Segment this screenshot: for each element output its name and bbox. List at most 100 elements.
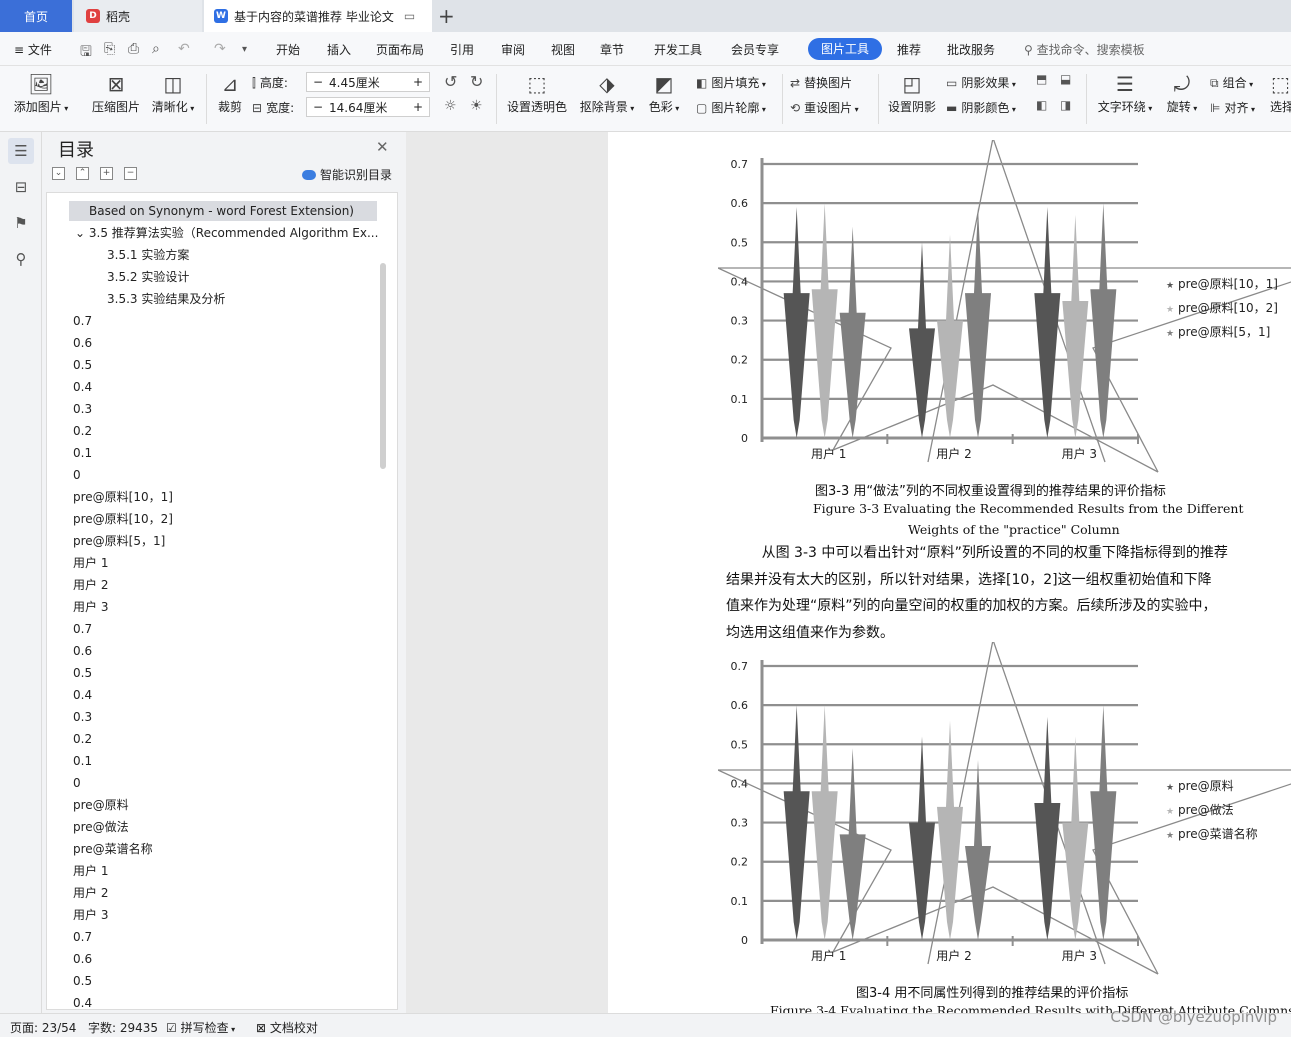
menu-references[interactable]: 引用: [450, 41, 474, 58]
menu-review[interactable]: 审阅: [501, 41, 525, 58]
group-button[interactable]: ⧉ 组合 ▾: [1210, 74, 1253, 91]
toc-item[interactable]: 用户 1: [47, 553, 387, 573]
toc-item[interactable]: 0: [47, 773, 387, 793]
word-count[interactable]: 字数: 29435: [88, 1019, 158, 1036]
collapse-all-icon[interactable]: ⌄: [52, 167, 65, 180]
menu-developer[interactable]: 开发工具: [654, 41, 702, 58]
proofread-button[interactable]: ⊠ 文档校对: [256, 1019, 318, 1036]
image-outline-button[interactable]: ▢ 图片轮廓 ▾: [696, 99, 766, 116]
toc-item[interactable]: pre@做法: [47, 817, 387, 837]
toc-item[interactable]: 用户 2: [47, 883, 387, 903]
tab-window-icon[interactable]: ▭: [404, 9, 415, 23]
toc-item[interactable]: 0.2: [47, 421, 387, 441]
height-decrease-icon[interactable]: −: [307, 75, 329, 89]
file-menu[interactable]: ≡ 文件: [14, 41, 52, 58]
print-preview-icon[interactable]: ⌕: [152, 41, 160, 57]
remove-heading-icon[interactable]: −: [124, 167, 137, 180]
reset-image-button[interactable]: ⟲ 重设图片 ▾: [790, 99, 859, 116]
toc-item[interactable]: 3.5.3 实验结果及分析: [47, 289, 387, 309]
replace-image-button[interactable]: ⇄ 替换图片: [790, 74, 852, 91]
tab-document[interactable]: W 基于内容的菜谱推荐 毕业论文 ▭: [204, 0, 432, 32]
set-shadow-button[interactable]: ◰ 设置阴影: [888, 70, 936, 115]
toc-item[interactable]: 0.4: [47, 685, 387, 705]
toc-item[interactable]: 0.7: [47, 619, 387, 639]
image-fill-button[interactable]: ◧ 图片填充 ▾: [696, 74, 766, 91]
toc-item[interactable]: 0: [47, 465, 387, 485]
height-value[interactable]: 4.45厘米: [329, 74, 407, 91]
search-icon[interactable]: ⚲: [8, 246, 34, 272]
page-indicator[interactable]: 页面: 23/54: [10, 1019, 76, 1036]
rotate-button[interactable]: ⤾ 旋转 ▾: [1164, 70, 1200, 115]
toc-item[interactable]: 0.7: [47, 311, 387, 331]
menu-chapter[interactable]: 章节: [600, 41, 624, 58]
toc-item[interactable]: pre@原料[10，2]: [47, 509, 387, 529]
toc-item[interactable]: 0.1: [47, 751, 387, 771]
toc-scrollbar[interactable]: [380, 263, 386, 469]
height-input[interactable]: − 4.45厘米 +: [306, 72, 430, 92]
tab-home[interactable]: 首页: [0, 0, 72, 32]
close-icon[interactable]: ✕: [376, 138, 389, 156]
width-value[interactable]: 14.64厘米: [329, 99, 407, 116]
toc-item[interactable]: pre@原料: [47, 795, 387, 815]
figure-3-3-chart[interactable]: 0.7 0.6 0.5 0.4 0.3 0.2 0.1 0 用户 1 用户 2 用户 3 ★ pre@原…: [718, 140, 1291, 480]
shadow-up-icon[interactable]: ⬒: [1036, 72, 1047, 86]
toc-item[interactable]: 0.3: [47, 399, 387, 419]
width-decrease-icon[interactable]: −: [307, 100, 329, 114]
new-tab-button[interactable]: +: [438, 4, 455, 28]
toc-item[interactable]: 0.6: [47, 949, 387, 969]
chevron-down-icon[interactable]: ⌄: [75, 226, 89, 240]
compress-image-button[interactable]: ⊠ 压缩图片: [92, 70, 140, 115]
menu-start[interactable]: 开始: [276, 41, 300, 58]
smart-toc-button[interactable]: 智能识别目录: [302, 166, 392, 183]
shadow-down-icon[interactable]: ⬓: [1060, 72, 1071, 86]
width-input[interactable]: − 14.64厘米 +: [306, 97, 430, 117]
export-pdf-icon[interactable]: ⎘: [104, 41, 115, 57]
toc-item[interactable]: 用户 3: [47, 597, 387, 617]
rotate-right-icon[interactable]: ↻: [470, 72, 483, 91]
customize-dropdown-icon[interactable]: ▾: [242, 44, 247, 55]
menu-view[interactable]: 视图: [551, 41, 575, 58]
select-button[interactable]: ⬚ 选择: [1270, 70, 1291, 115]
toc-panel-icon[interactable]: ☰: [8, 138, 34, 164]
menu-page-layout[interactable]: 页面布局: [376, 41, 424, 58]
text-wrap-button[interactable]: ☰ 文字环绕 ▾: [1096, 70, 1154, 115]
toc-item[interactable]: 0.3: [47, 707, 387, 727]
toc-item[interactable]: 用户 2: [47, 575, 387, 595]
figure-3-4-chart[interactable]: 0.7 0.6 0.5 0.4 0.3 0.2 0.1 0 用户 1 用户 2 用户 3 ★ pre@原…: [718, 642, 1291, 982]
align-button[interactable]: ⊫ 对齐 ▾: [1210, 99, 1255, 116]
toc-item[interactable]: 0.5: [47, 971, 387, 991]
crop-button[interactable]: ⊿ 裁剪: [216, 70, 244, 115]
brightness-icon[interactable]: ☼: [444, 98, 457, 114]
toc-item[interactable]: pre@菜谱名称: [47, 839, 387, 859]
rotate-left-icon[interactable]: ↺: [444, 72, 457, 91]
toc-item[interactable]: 0.1: [47, 443, 387, 463]
toc-item[interactable]: 用户 1: [47, 861, 387, 881]
toc-item[interactable]: 3.5.2 实验设计: [47, 267, 387, 287]
toc-item[interactable]: ⌄ 3.5 推荐算法实验（Recommended Algorithm Ex...: [47, 223, 387, 243]
toc-item[interactable]: 0.5: [47, 663, 387, 683]
menu-recommend[interactable]: 推荐: [897, 41, 921, 58]
color-button[interactable]: ◩ 色彩 ▾: [646, 70, 682, 115]
print-icon[interactable]: ⎙: [128, 41, 139, 57]
sharpen-button[interactable]: ◫ 清晰化 ▾: [151, 70, 195, 115]
command-search[interactable]: ⚲ 查找命令、搜索模板: [1024, 41, 1145, 58]
shadow-color-button[interactable]: ▬ 阴影颜色 ▾: [946, 99, 1016, 116]
toc-item[interactable]: 0.2: [47, 729, 387, 749]
toc-item[interactable]: 0.4: [47, 377, 387, 397]
save-icon[interactable]: 🖫: [80, 41, 92, 65]
toc-item[interactable]: 0.6: [47, 641, 387, 661]
width-increase-icon[interactable]: +: [407, 100, 429, 114]
menu-member[interactable]: 会员专享: [731, 41, 779, 58]
toc-item[interactable]: Based on Synonym - word Forest Extension…: [69, 201, 377, 221]
toc-item[interactable]: 0.7: [47, 927, 387, 947]
remove-background-button[interactable]: ⬗ 抠除背景 ▾: [578, 70, 636, 115]
toc-item[interactable]: pre@原料[5，1]: [47, 531, 387, 551]
undo-icon[interactable]: ↶: [178, 41, 190, 57]
toc-item[interactable]: 用户 3: [47, 905, 387, 925]
expand-up-icon[interactable]: ⌃: [76, 167, 89, 180]
shadow-left-icon[interactable]: ◧: [1036, 98, 1047, 112]
add-heading-icon[interactable]: +: [100, 167, 113, 180]
menu-insert[interactable]: 插入: [327, 41, 351, 58]
height-increase-icon[interactable]: +: [407, 75, 429, 89]
shadow-effect-button[interactable]: ▭ 阴影效果 ▾: [946, 74, 1016, 91]
